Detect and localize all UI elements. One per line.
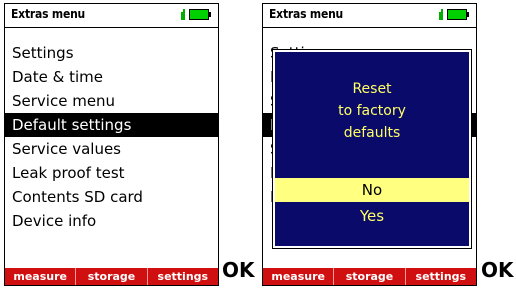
softkey-storage[interactable]: storage <box>334 268 406 285</box>
plug-icon <box>439 9 443 20</box>
battery-tip <box>467 12 469 17</box>
ok-button-label[interactable]: OK <box>481 258 514 282</box>
menu-item-device-info[interactable]: Device info <box>5 209 218 233</box>
battery-icon <box>189 9 209 20</box>
screen-title: Extras menu <box>269 7 344 21</box>
battery-status <box>439 9 470 22</box>
device-screen-extras-menu: Extras menu Settings Date & time Service… <box>4 3 219 286</box>
softkey-bar: measure storage settings <box>5 268 218 285</box>
plug-icon <box>181 9 185 20</box>
dialog-message-line: to factory <box>338 103 406 119</box>
softkey-measure[interactable]: measure <box>5 268 77 285</box>
extras-menu-list: Settings Date & time Service menu Defaul… <box>5 41 218 233</box>
device-screen-reset-dialog: Extras menu Setti D S D S L D Reset to f… <box>262 3 477 286</box>
softkey-settings[interactable]: settings <box>406 268 476 285</box>
dialog-message-line: Reset <box>352 81 392 97</box>
softkey-storage[interactable]: storage <box>76 268 148 285</box>
menu-item-settings[interactable]: Settings <box>5 41 218 65</box>
softkey-settings[interactable]: settings <box>148 268 218 285</box>
menu-item-service-values[interactable]: Service values <box>5 137 218 161</box>
screen-title: Extras menu <box>11 7 86 21</box>
menu-item-contents-sd-card[interactable]: Contents SD card <box>5 185 218 209</box>
battery-status <box>181 9 212 22</box>
softkey-measure[interactable]: measure <box>263 268 335 285</box>
battery-tip <box>209 12 211 17</box>
menu-item-service-menu[interactable]: Service menu <box>5 89 218 113</box>
option-no[interactable]: No <box>275 178 469 202</box>
menu-item-leak-proof-test[interactable]: Leak proof test <box>5 161 218 185</box>
ok-button-label[interactable]: OK <box>222 258 255 282</box>
dialog-message: Reset to factory defaults <box>275 78 469 144</box>
dialog-message-line: defaults <box>343 125 401 141</box>
menu-item-default-settings[interactable]: Default settings <box>5 113 218 137</box>
menu-item-date-time[interactable]: Date & time <box>5 65 218 89</box>
battery-icon <box>447 9 467 20</box>
title-bar: Extras menu <box>5 4 218 28</box>
reset-confirm-dialog: Reset to factory defaults No Yes <box>272 49 472 249</box>
softkey-bar: measure storage settings <box>263 268 476 285</box>
option-yes[interactable]: Yes <box>275 204 469 228</box>
title-bar: Extras menu <box>263 4 476 28</box>
